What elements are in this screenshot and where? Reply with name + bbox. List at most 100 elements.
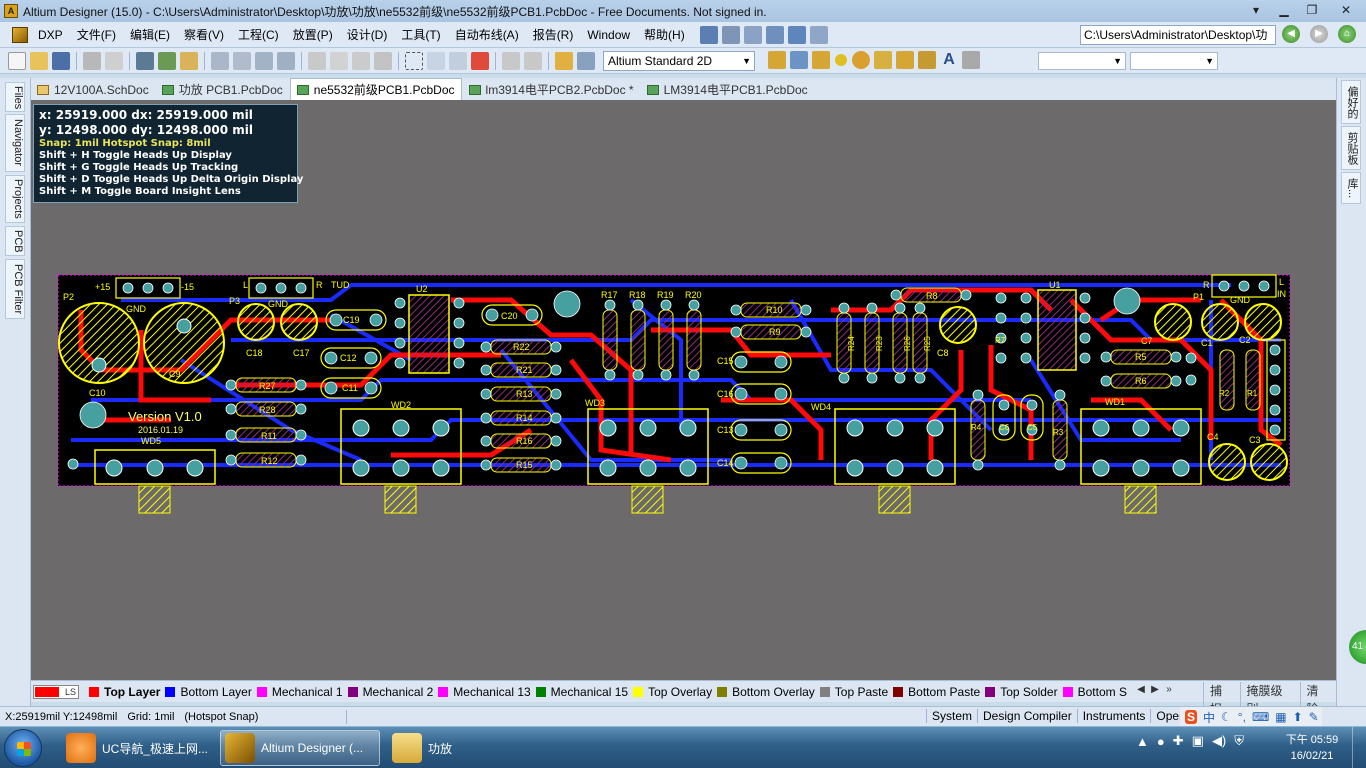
start-button[interactable]: [4, 729, 42, 767]
align-tool-icon[interactable]: [721, 25, 740, 44]
taskbar-altium[interactable]: Altium Designer (...: [220, 730, 380, 766]
tray-expand-icon[interactable]: ▲: [1136, 734, 1149, 749]
via-icon[interactable]: [852, 51, 870, 69]
polygon-icon[interactable]: [918, 51, 936, 69]
browse-icon[interactable]: [577, 51, 595, 70]
layer-tab-top-solder[interactable]: Top Solder: [985, 685, 1062, 699]
multi-routing-icon[interactable]: [812, 51, 830, 69]
zoom-area-icon[interactable]: [233, 51, 251, 70]
layer-tab-bottom-overlay[interactable]: Bottom Overlay: [717, 685, 820, 699]
scroll-right-icon[interactable]: ▶: [1148, 684, 1162, 695]
punctuation-icon[interactable]: °,: [1238, 710, 1246, 724]
paste-icon[interactable]: [352, 51, 370, 70]
path-input[interactable]: C:\Users\Administrator\Desktop\功: [1080, 25, 1276, 45]
back-icon[interactable]: ◀: [1282, 25, 1300, 43]
layer-tab-mechanical-2[interactable]: Mechanical 2: [347, 685, 439, 699]
differential-routing-icon[interactable]: [790, 51, 808, 69]
panel-tab-files[interactable]: Files: [5, 82, 25, 112]
moon-icon[interactable]: ☾: [1221, 710, 1232, 724]
new-file-icon[interactable]: [8, 51, 26, 70]
panel-tab-projects[interactable]: Projects: [5, 175, 25, 223]
panel-tab-libraries[interactable]: 库...: [1341, 172, 1361, 204]
layer-tab-top-paste[interactable]: Top Paste: [819, 685, 893, 699]
zoom-selected-icon[interactable]: [255, 51, 273, 70]
print-icon[interactable]: [83, 51, 101, 70]
forward-icon[interactable]: ▶: [1310, 25, 1328, 43]
menu-arrow-icon[interactable]: ▾: [1242, 0, 1270, 20]
menu-dxp[interactable]: DXP: [31, 28, 70, 42]
open-folder-icon[interactable]: [30, 51, 48, 70]
variant-combo[interactable]: ▼: [1130, 52, 1218, 70]
doc-tab-gongfang-pcb1[interactable]: 功放 PCB1.PcbDoc: [156, 80, 289, 100]
doc-tab-lm3914-pcb1[interactable]: LM3914电平PCB1.PcbDoc: [641, 80, 814, 100]
select-overlap-icon[interactable]: [449, 51, 467, 70]
layer-tab-top-overlay[interactable]: Top Overlay: [633, 685, 717, 699]
zoom-filter-icon[interactable]: [277, 51, 295, 70]
layer-tab-mechanical-15[interactable]: Mechanical 15: [535, 685, 633, 699]
layer-set-button[interactable]: LS: [33, 684, 79, 699]
security-icon[interactable]: ⛨: [1234, 733, 1244, 749]
panel-system-button[interactable]: System: [926, 709, 977, 723]
menu-window[interactable]: Window: [580, 28, 637, 42]
volume-icon[interactable]: ◀): [1212, 733, 1226, 749]
grid-tool-icon[interactable]: [809, 25, 828, 44]
save-icon[interactable]: [52, 51, 70, 70]
layer-tab-mechanical-1[interactable]: Mechanical 1: [256, 685, 348, 699]
highlight-icon[interactable]: [555, 51, 573, 70]
notification-badge[interactable]: 41: [1349, 630, 1366, 664]
panel-design-compiler-button[interactable]: Design Compiler: [977, 709, 1077, 723]
board-icon[interactable]: [180, 51, 198, 70]
layers-icon[interactable]: [136, 51, 154, 70]
show-desktop-button[interactable]: [1352, 727, 1366, 768]
taskbar-uc-browser[interactable]: UC导航_极速上网...: [62, 730, 212, 766]
layer-tab-bottom-paste[interactable]: Bottom Paste: [893, 685, 985, 699]
select-area-icon[interactable]: [405, 51, 423, 70]
restore-button[interactable]: ❐: [1298, 0, 1326, 20]
upload-icon[interactable]: ⬆: [1293, 710, 1303, 724]
keyboard-icon[interactable]: ⌨: [1252, 710, 1269, 724]
chart-tool-icon[interactable]: [699, 25, 718, 44]
pcb-canvas[interactable]: P2 +15 -15 GND C10 C9 WD5 L R TUD P3 GND…: [31, 100, 1336, 680]
altium-app-icon[interactable]: A: [4, 4, 18, 18]
layer-tab-bottom-s[interactable]: Bottom S: [1062, 685, 1132, 699]
string-icon[interactable]: A: [940, 51, 958, 69]
array-paste-icon[interactable]: [962, 51, 980, 69]
menu-reports[interactable]: 报告(R): [526, 26, 581, 43]
redo-icon[interactable]: [524, 51, 542, 70]
menu-place[interactable]: 放置(P): [286, 26, 340, 43]
panel-tab-navigator[interactable]: Navigator: [5, 114, 25, 172]
shield-icon[interactable]: ✚: [1173, 733, 1184, 749]
home-icon[interactable]: ⌂: [1338, 25, 1356, 43]
skin-icon[interactable]: ▦: [1275, 710, 1286, 724]
panel-tab-favorites[interactable]: 偏好的: [1341, 80, 1361, 124]
component-icon[interactable]: [158, 51, 176, 70]
menu-edit[interactable]: 编辑(E): [123, 26, 177, 43]
copy-icon[interactable]: [330, 51, 348, 70]
interactive-routing-icon[interactable]: [768, 51, 786, 69]
more-icon[interactable]: »: [1162, 684, 1176, 695]
deselect-icon[interactable]: [471, 51, 489, 70]
fill-icon[interactable]: [896, 51, 914, 69]
view-mode-select[interactable]: Altium Standard 2D ▼: [603, 51, 755, 71]
cut-icon[interactable]: [308, 51, 326, 70]
menu-help[interactable]: 帮助(H): [637, 26, 692, 43]
panel-tab-pcb-filter[interactable]: PCB Filter: [5, 259, 25, 319]
filter-combo[interactable]: ▼: [1038, 52, 1126, 70]
taskbar-folder[interactable]: 功放: [388, 730, 508, 766]
panel-instruments-button[interactable]: Instruments: [1076, 709, 1151, 723]
device-icon[interactable]: ▣: [1192, 733, 1204, 749]
layer-tab-top-layer[interactable]: Top Layer: [89, 685, 165, 699]
measure-tool-icon[interactable]: [765, 25, 784, 44]
sogou-logo-icon[interactable]: S: [1185, 710, 1198, 724]
doc-tab-ne5532-pcb1[interactable]: ne5532前级PCB1.PcbDoc: [289, 78, 462, 100]
menu-project[interactable]: 工程(C): [231, 26, 286, 43]
layer-tab-mechanical-13[interactable]: Mechanical 13: [438, 685, 535, 699]
zoom-fit-icon[interactable]: [211, 51, 229, 70]
select-tool-icon[interactable]: [743, 25, 762, 44]
menu-design[interactable]: 设计(D): [340, 26, 395, 43]
panel-tab-pcb[interactable]: PCB: [5, 226, 25, 256]
room-tool-icon[interactable]: [787, 25, 806, 44]
undo-icon[interactable]: [502, 51, 520, 70]
doc-tab-12v100a[interactable]: 12V100A.SchDoc: [31, 80, 155, 100]
print-preview-icon[interactable]: [105, 51, 123, 70]
